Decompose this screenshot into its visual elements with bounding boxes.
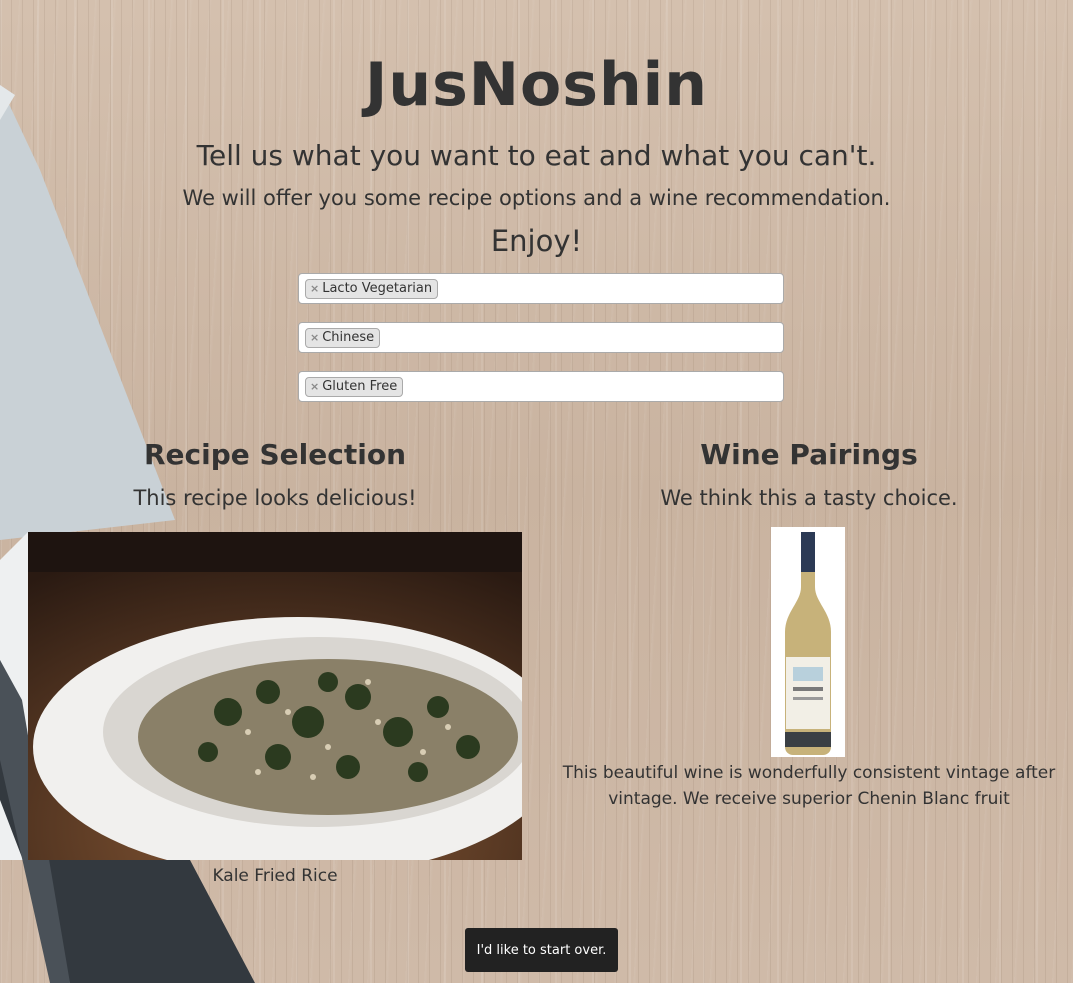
recipe-section-subtitle: This recipe looks delicious! [133,486,417,510]
cuisine-tag-chip: × Chinese [305,328,381,348]
enjoy-heading: Enjoy! [490,224,583,258]
recipe-photo[interactable] [28,532,522,860]
remove-tag-icon[interactable]: × [310,331,319,344]
cuisine-tag-label: Chinese [322,330,375,345]
intolerance-tag-chip: × Gluten Free [305,377,404,397]
intolerance-tag-label: Gluten Free [322,379,398,394]
remove-tag-icon[interactable]: × [310,282,319,295]
wine-bottle-photo [771,527,845,757]
wine-section-subtitle: We think this a tasty choice. [660,486,958,510]
recipe-name[interactable]: Kale Fried Rice [28,866,522,886]
cuisine-select-field[interactable]: × Chinese [298,322,784,353]
remove-tag-icon[interactable]: × [310,380,319,393]
intolerance-select-field[interactable]: × Gluten Free [298,371,784,402]
start-over-button[interactable]: I'd like to start over. [465,928,618,972]
wine-section-title: Wine Pairings [700,438,918,471]
page-subtitle: Tell us what you want to eat and what yo… [196,139,877,172]
wine-description: This beautiful wine is wonderfully consi… [562,763,1056,809]
diet-select-field[interactable]: × Lacto Vegetarian [298,273,784,304]
page-tagline: We will offer you some recipe options an… [182,186,891,210]
recipe-section-title: Recipe Selection [143,438,407,471]
site-title: JusNoshin [365,50,708,120]
diet-tag-label: Lacto Vegetarian [322,281,433,296]
diet-tag-chip: × Lacto Vegetarian [305,279,439,299]
